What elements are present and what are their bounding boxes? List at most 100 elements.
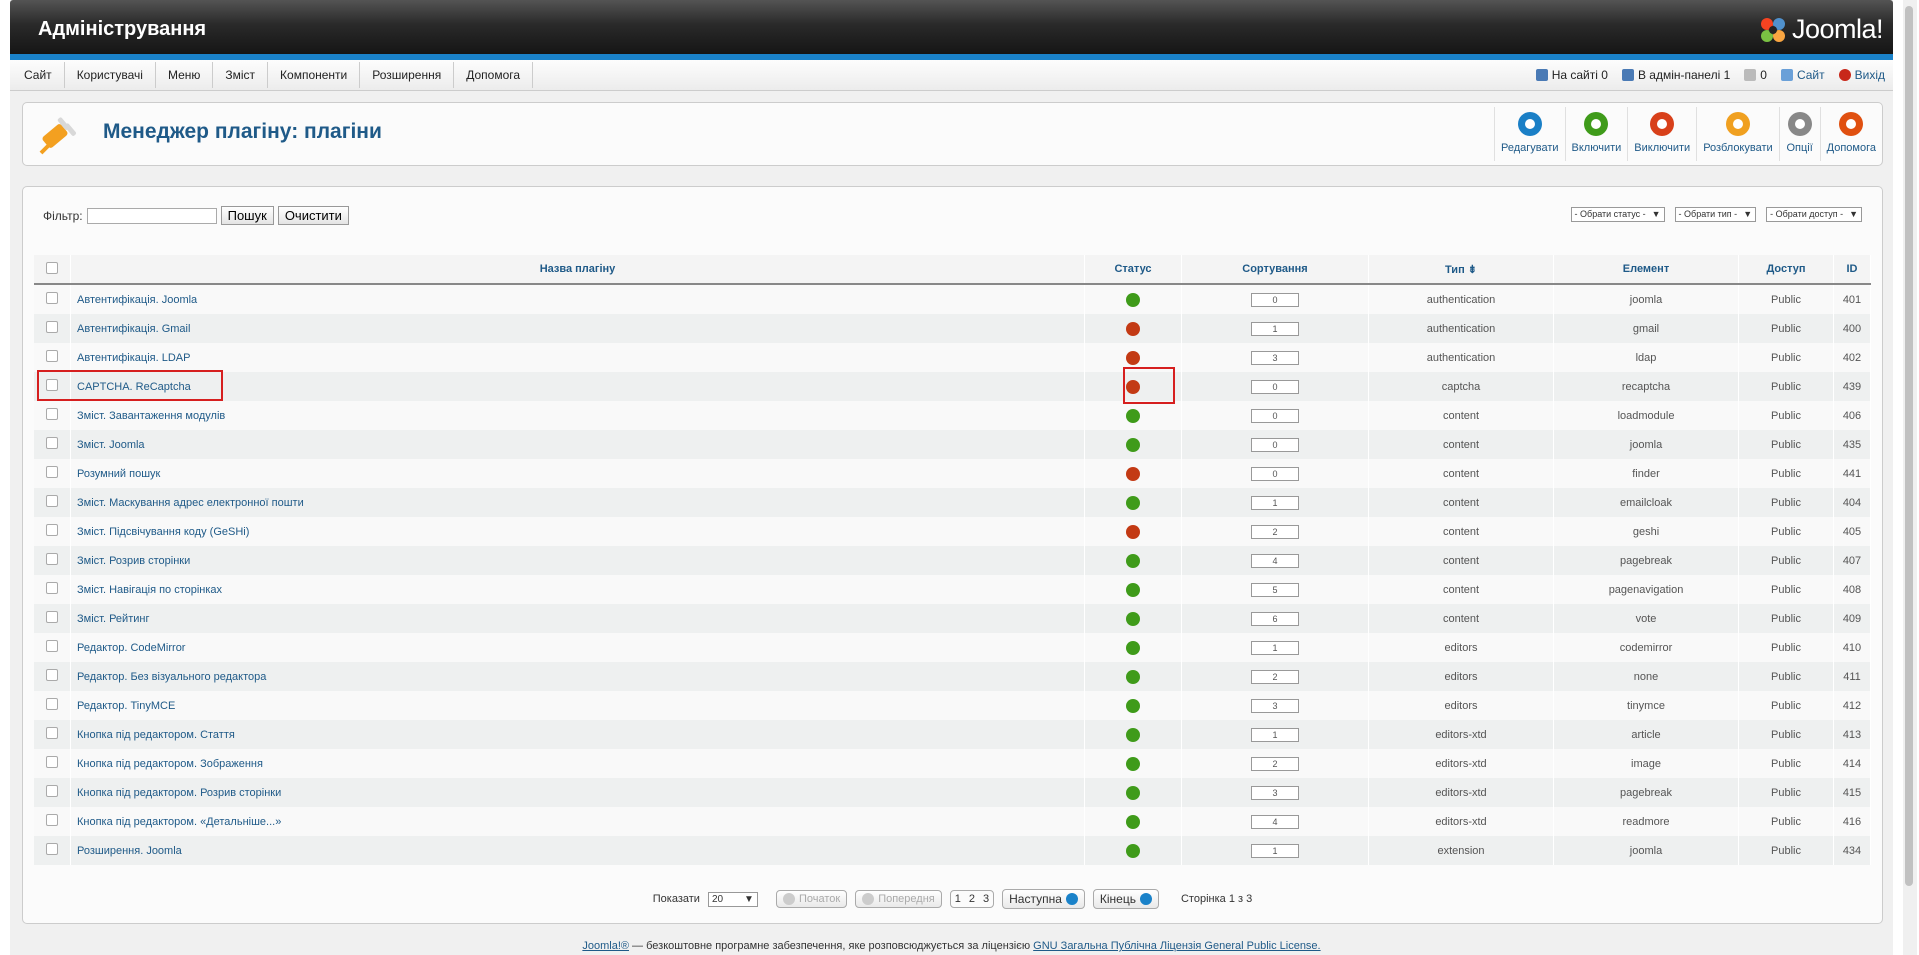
row-checkbox[interactable] [46,756,58,768]
row-checkbox[interactable] [46,582,58,594]
logout-link[interactable]: Вихід [1838,68,1885,82]
menu-extensions[interactable]: Розширення [360,62,455,88]
row-checkbox[interactable] [46,321,58,333]
menu-users[interactable]: Користувачі [65,62,156,88]
plugin-name-link[interactable]: Кнопка під редактором. Зображення [77,758,263,770]
enabled-check-icon[interactable] [1126,727,1140,742]
clear-button[interactable]: Очистити [277,206,349,225]
page-3[interactable]: 3 [983,893,989,905]
plugin-name-link[interactable]: Кнопка під редактором. Стаття [77,729,235,741]
row-checkbox[interactable] [46,437,58,449]
col-status[interactable]: Статус [1084,255,1182,285]
menu-site[interactable]: Сайт [12,62,65,88]
page-1[interactable]: 1 [955,893,961,905]
disabled-icon[interactable] [1126,321,1140,336]
row-checkbox[interactable] [46,495,58,507]
ordering-input[interactable]: 5 [1251,582,1299,597]
enabled-check-icon[interactable] [1126,292,1140,307]
enabled-check-icon[interactable] [1126,785,1140,800]
unpublish-button[interactable]: Виключити [1627,107,1696,161]
options-button[interactable]: Опції [1778,107,1820,161]
end-button[interactable]: Кінець [1092,889,1159,909]
menu-components[interactable]: Компоненти [268,62,361,88]
plugin-name-link[interactable]: Редактор. Без візуального редактора [77,671,266,683]
plugin-name-link[interactable]: Автентифікація. Gmail [77,323,190,335]
ordering-input[interactable]: 2 [1251,524,1299,539]
ordering-input[interactable]: 1 [1251,843,1299,858]
plugin-name-link[interactable]: Автентифікація. Joomla [77,294,197,306]
ordering-input[interactable]: 0 [1251,292,1299,307]
ordering-input[interactable]: 6 [1251,611,1299,626]
disabled-icon[interactable] [1126,466,1140,481]
plugin-name-link[interactable]: Зміст. Завантаження модулів [77,410,225,422]
plugin-name-link[interactable]: Зміст. Рейтинг [77,613,149,625]
row-checkbox[interactable] [46,727,58,739]
enabled-check-icon[interactable] [1126,437,1140,452]
ordering-input[interactable]: 1 [1251,495,1299,510]
scrollbar[interactable] [1903,0,1917,955]
menu-content[interactable]: Зміст [213,62,269,88]
row-checkbox[interactable] [46,843,58,855]
view-site-link[interactable]: Сайт [1780,68,1825,82]
ordering-input[interactable]: 0 [1251,466,1299,481]
search-button[interactable]: Пошук [220,206,274,225]
ordering-input[interactable]: 0 [1251,408,1299,423]
enabled-check-icon[interactable] [1126,698,1140,713]
ordering-input[interactable]: 1 [1251,727,1299,742]
license-link[interactable]: GNU Загальна Публічна Ліцензія General P… [1033,940,1320,952]
plugin-name-link[interactable]: Редактор. TinyMCE [77,700,175,712]
enabled-check-icon[interactable] [1126,669,1140,684]
enabled-check-icon[interactable] [1126,408,1140,423]
start-button[interactable]: Початок [775,890,848,908]
plugin-name-link[interactable]: Кнопка під редактором. Розрив сторінки [77,787,281,799]
help-button[interactable]: Допомога [1819,107,1882,161]
col-ordering[interactable]: Сортування [1181,255,1369,285]
ordering-input[interactable]: 2 [1251,669,1299,684]
ordering-input[interactable]: 3 [1251,698,1299,713]
menu-help[interactable]: Допомога [454,62,534,88]
publish-button[interactable]: Включити [1564,107,1628,161]
type-select[interactable]: - Обрати тип - ▼ [1674,207,1757,222]
col-access[interactable]: Доступ [1738,255,1834,285]
access-select[interactable]: - Обрати доступ - ▼ [1766,207,1862,222]
enabled-check-icon[interactable] [1126,843,1140,858]
page-2[interactable]: 2 [969,893,975,905]
col-element[interactable]: Елемент [1553,255,1739,285]
plugin-name-link[interactable]: Зміст. Розрив сторінки [77,555,190,567]
scroll-thumb[interactable] [1905,6,1913,886]
limit-select[interactable]: 20 ▼ [707,891,758,907]
row-checkbox[interactable] [46,350,58,362]
status-select[interactable]: - Обрати статус - ▼ [1570,207,1665,222]
ordering-input[interactable]: 4 [1251,553,1299,568]
row-checkbox[interactable] [46,524,58,536]
ordering-input[interactable]: 0 [1251,379,1299,394]
row-checkbox[interactable] [46,292,58,304]
enabled-check-icon[interactable] [1126,640,1140,655]
plugin-name-link[interactable]: Розширення. Joomla [77,845,182,857]
next-button[interactable]: Наступна [1002,889,1085,909]
row-checkbox[interactable] [46,611,58,623]
enabled-check-icon[interactable] [1126,814,1140,829]
menu-menus[interactable]: Меню [156,62,214,88]
row-checkbox[interactable] [46,814,58,826]
enabled-check-icon[interactable] [1126,553,1140,568]
row-checkbox[interactable] [46,408,58,420]
row-checkbox[interactable] [46,698,58,710]
row-checkbox[interactable] [46,553,58,565]
ordering-input[interactable]: 1 [1251,321,1299,336]
plugin-name-link[interactable]: Зміст. Маскування адрес електронної пошт… [77,497,304,509]
filter-input[interactable] [86,207,217,224]
col-id[interactable]: ID [1833,255,1871,285]
plugin-name-link[interactable]: Автентифікація. LDAP [77,352,190,364]
joomla-link[interactable]: Joomla!® [582,940,629,952]
plugin-name-link[interactable]: Розумний пошук [77,468,160,480]
ordering-input[interactable]: 3 [1251,785,1299,800]
enabled-check-icon[interactable] [1126,756,1140,771]
plugin-name-link[interactable]: Кнопка під редактором. «Детальніше...» [77,816,281,828]
enabled-check-icon[interactable] [1126,611,1140,626]
messages-count[interactable]: 0 [1744,68,1767,82]
checkin-button[interactable]: Розблокувати [1696,107,1778,161]
ordering-input[interactable]: 1 [1251,640,1299,655]
col-name[interactable]: Назва плагіну [70,255,1085,285]
row-checkbox[interactable] [46,669,58,681]
